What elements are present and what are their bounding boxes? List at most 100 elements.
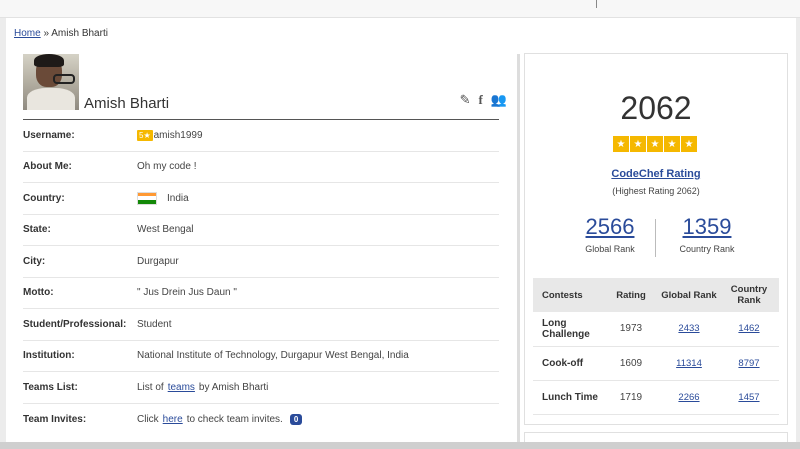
contest-rating: 1719: [603, 380, 659, 415]
username-value: 5★ amish1999: [137, 129, 203, 141]
city-value: Durgapur: [137, 255, 179, 267]
username-text: amish1999: [153, 129, 203, 141]
about-me-value: Oh my code !: [137, 161, 197, 173]
contest-country-rank-link[interactable]: 1457: [738, 392, 759, 403]
global-rank: 2566 Global Rank: [555, 214, 665, 254]
profile-details-panel: Amish Bharti ✎ f 👥 Username: 5★ amish199…: [14, 54, 520, 442]
contest-global-cell: 2266: [659, 380, 719, 415]
row-student-professional: Student/Professional: Student: [23, 309, 499, 341]
country-rank-label: Country Rank: [679, 244, 735, 254]
country-label: Country:: [23, 192, 65, 204]
global-rank-label: Global Rank: [585, 244, 635, 254]
avatar[interactable]: [23, 54, 79, 110]
teams-link[interactable]: teams: [168, 382, 195, 393]
profile-rows: Username: 5★ amish1999 About Me: Oh my c…: [23, 120, 499, 435]
contest-name: Long Challenge: [533, 312, 603, 347]
state-label: State:: [23, 224, 51, 236]
bottom-scroll-bar[interactable]: [0, 442, 800, 449]
breadcrumb-separator: »: [43, 28, 50, 39]
row-team-invites: Team Invites: Click here to check team i…: [23, 404, 499, 436]
users-icon[interactable]: 👥: [491, 92, 507, 108]
header-global-rank: Global Rank: [659, 278, 719, 312]
profile-actions: ✎ f 👥: [460, 92, 507, 108]
team-invites-label: Team Invites:: [23, 413, 87, 425]
pencil-icon[interactable]: ✎: [460, 92, 471, 108]
header-country-rank: Country Rank: [719, 278, 779, 312]
team-invites-prefix: Click: [137, 413, 159, 425]
motto-value: " Jus Drein Jus Daun ": [137, 287, 237, 299]
contest-country-rank-link[interactable]: 1462: [738, 323, 759, 334]
avatar-glasses: [53, 74, 75, 84]
contest-name: Lunch Time: [533, 380, 603, 415]
teams-list-prefix: List of: [137, 381, 164, 393]
rating-value: 2062: [620, 90, 692, 126]
teams-list-value: List of teams by Amish Bharti: [137, 382, 268, 393]
top-bar: [0, 0, 800, 18]
contest-name: Cook-off: [533, 346, 603, 381]
avatar-hair: [34, 54, 64, 67]
row-about-me: About Me: Oh my code !: [23, 152, 499, 183]
city-label: City:: [23, 255, 46, 267]
student-professional-value: Student: [137, 318, 172, 330]
star-icon: ★: [664, 136, 680, 152]
profile-card: Home » Amish Bharti Amish Bharti ✎ f 👥 U…: [6, 18, 796, 449]
row-institution: Institution: National Institute of Techn…: [23, 341, 499, 372]
table-row: Long Challenge 1973 2433 1462: [533, 312, 779, 347]
country-text: India: [167, 192, 189, 204]
username-label: Username:: [23, 129, 75, 141]
contests-table: Contests Rating Global Rank Country Rank…: [533, 278, 779, 415]
contest-country-cell: 8797: [719, 346, 779, 381]
star-icon: ★: [613, 136, 629, 152]
contest-rating: 1609: [603, 346, 659, 381]
india-flag-icon: [137, 191, 157, 205]
contest-rating: 1973: [603, 312, 659, 347]
row-teams-list: Teams List: List of teams by Amish Bhart…: [23, 372, 499, 404]
row-country: Country: India: [23, 183, 499, 215]
teams-list-suffix: by Amish Bharti: [198, 381, 269, 393]
star-icon: ★: [647, 136, 663, 152]
motto-label: Motto:: [23, 287, 54, 299]
breadcrumb: Home » Amish Bharti: [14, 28, 108, 39]
facebook-icon[interactable]: f: [478, 92, 482, 108]
team-invites-value: Click here to check team invites. 0: [137, 413, 303, 425]
team-invites-count-badge: 0: [289, 413, 303, 425]
row-city: City: Durgapur: [23, 246, 499, 278]
header-rating: Rating: [603, 278, 659, 312]
highest-rating: (Highest Rating 2062): [612, 186, 700, 196]
contest-country-cell: 1457: [719, 380, 779, 415]
star-icon: ★: [630, 136, 646, 152]
institution-label: Institution:: [23, 350, 75, 362]
contests-header-row: Contests Rating Global Rank Country Rank: [533, 278, 779, 312]
row-username: Username: 5★ amish1999: [23, 120, 499, 152]
codechef-rating-link[interactable]: CodeChef Rating: [525, 168, 787, 180]
student-professional-label: Student/Professional:: [23, 318, 127, 330]
state-value: West Bengal: [137, 224, 194, 236]
star-rating-badge: 5★: [137, 129, 153, 141]
contest-country-rank-link[interactable]: 8797: [738, 358, 759, 369]
breadcrumb-home-link[interactable]: Home: [14, 28, 41, 39]
about-me-label: About Me:: [23, 161, 72, 173]
table-row: Cook-off 1609 11314 8797: [533, 346, 779, 381]
global-rank-link[interactable]: 2566: [555, 214, 665, 240]
contest-global-rank-link[interactable]: 2433: [678, 323, 699, 334]
contest-global-rank-link[interactable]: 2266: [678, 392, 699, 403]
contest-country-cell: 1462: [719, 312, 779, 347]
table-row: Lunch Time 1719 2266 1457: [533, 380, 779, 415]
team-invites-suffix: to check team invites.: [186, 413, 283, 425]
country-value: India: [137, 191, 189, 205]
country-rank-link[interactable]: 1359: [652, 214, 762, 240]
teams-list-label: Teams List:: [23, 381, 78, 393]
rating-panel: 2062 ★ ★ ★ ★ ★ CodeChef Rating (Highest …: [524, 53, 788, 425]
breadcrumb-current: Amish Bharti: [51, 28, 108, 39]
contest-global-rank-link[interactable]: 11314: [676, 358, 702, 369]
profile-name: Amish Bharti: [84, 95, 170, 112]
star-icon: ★: [681, 136, 697, 152]
contest-global-cell: 11314: [659, 346, 719, 381]
row-motto: Motto: " Jus Drein Jus Daun ": [23, 278, 499, 309]
institution-value: National Institute of Technology, Durgap…: [137, 350, 409, 362]
top-divider: [596, 0, 597, 8]
rating-stars: ★ ★ ★ ★ ★: [613, 136, 697, 152]
team-invites-here-link[interactable]: here: [163, 414, 183, 425]
row-state: State: West Bengal: [23, 215, 499, 246]
avatar-shirt: [27, 88, 75, 110]
